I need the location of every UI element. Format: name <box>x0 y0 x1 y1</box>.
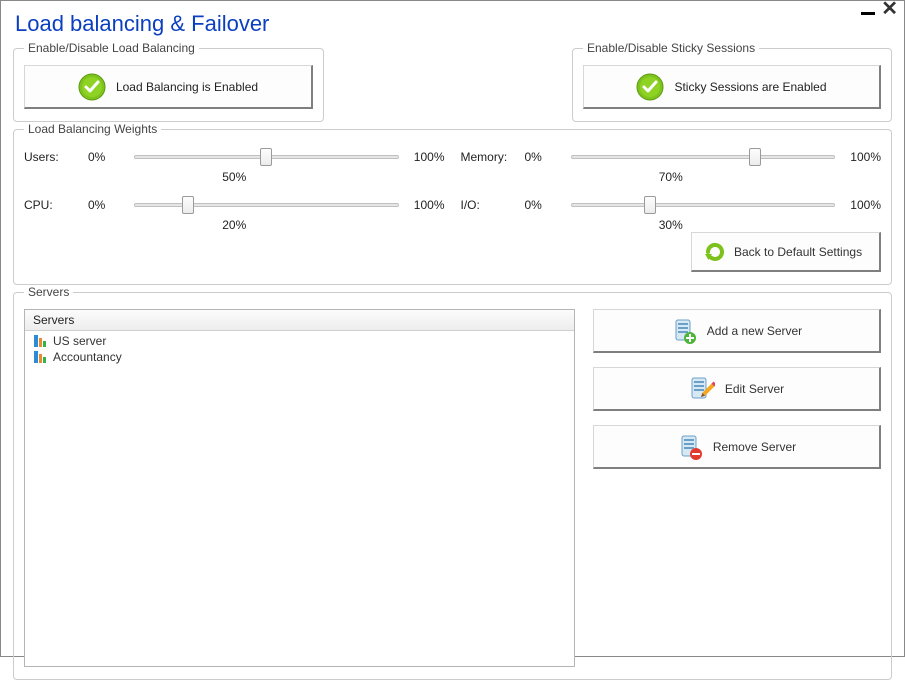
server-edit-icon <box>689 376 715 402</box>
slider-thumb[interactable] <box>749 148 761 166</box>
slider-cpu-label: CPU: <box>24 198 80 212</box>
edit-server-label: Edit Server <box>725 382 784 396</box>
slider-cpu: CPU: 0% 100% 20% <box>24 194 445 232</box>
undo-icon <box>702 240 726 264</box>
page-title: Load balancing & Failover <box>15 11 892 37</box>
slider-memory-label: Memory: <box>461 150 517 164</box>
servers-legend: Servers <box>24 285 73 299</box>
slider-io-label: I/O: <box>461 198 517 212</box>
ss-toggle-button[interactable]: Sticky Sessions are Enabled <box>583 65 881 109</box>
slider-io: I/O: 0% 100% 30% <box>461 194 882 232</box>
ss-group: Enable/Disable Sticky Sessions Sticky Se… <box>572 41 892 122</box>
slider-memory-value: 70% <box>461 170 882 184</box>
slider-min: 0% <box>88 150 126 164</box>
server-icon <box>33 350 47 364</box>
window: ✕ Load balancing & Failover Enable/Disab… <box>0 0 905 657</box>
server-add-icon <box>671 318 697 344</box>
lb-legend: Enable/Disable Load Balancing <box>24 41 199 55</box>
servers-column-header[interactable]: Servers <box>25 310 574 331</box>
slider-memory-track[interactable] <box>571 146 836 168</box>
slider-thumb[interactable] <box>260 148 272 166</box>
slider-cpu-track[interactable] <box>134 194 399 216</box>
window-controls: ✕ <box>861 2 898 16</box>
list-item-label: US server <box>53 334 106 348</box>
defaults-button[interactable]: Back to Default Settings <box>691 232 881 272</box>
lb-toggle-button[interactable]: Load Balancing is Enabled <box>24 65 313 109</box>
ss-toggle-label: Sticky Sessions are Enabled <box>674 80 826 94</box>
slider-min: 0% <box>88 198 126 212</box>
servers-group: Servers Servers US server <box>13 285 892 680</box>
weights-right-col: Memory: 0% 100% 70% I/O: 0% <box>461 146 882 232</box>
slider-max: 100% <box>407 150 445 164</box>
slider-max: 100% <box>843 198 881 212</box>
lb-group: Enable/Disable Load Balancing Load Balan… <box>13 41 324 122</box>
server-icon <box>33 334 47 348</box>
slider-min: 0% <box>525 150 563 164</box>
add-server-button[interactable]: Add a new Server <box>593 309 881 353</box>
slider-memory: Memory: 0% 100% 70% <box>461 146 882 184</box>
remove-server-label: Remove Server <box>713 440 796 454</box>
slider-users-track[interactable] <box>134 146 399 168</box>
server-buttons: Add a new Server <box>593 309 881 667</box>
list-item[interactable]: US server <box>31 333 568 349</box>
slider-io-value: 30% <box>461 218 882 232</box>
list-item-label: Accountancy <box>53 350 122 364</box>
slider-users-label: Users: <box>24 150 80 164</box>
server-remove-icon <box>677 434 703 460</box>
slider-thumb[interactable] <box>182 196 194 214</box>
toggle-row: Enable/Disable Load Balancing Load Balan… <box>13 41 892 122</box>
slider-cpu-value: 20% <box>24 218 445 232</box>
edit-server-button[interactable]: Edit Server <box>593 367 881 411</box>
slider-max: 100% <box>843 150 881 164</box>
add-server-label: Add a new Server <box>707 324 802 338</box>
defaults-label: Back to Default Settings <box>734 245 862 259</box>
close-button[interactable]: ✕ <box>881 2 898 16</box>
slider-users-value: 50% <box>24 170 445 184</box>
servers-listbox[interactable]: Servers US server <box>24 309 575 667</box>
slider-io-track[interactable] <box>571 194 836 216</box>
remove-server-button[interactable]: Remove Server <box>593 425 881 469</box>
weights-legend: Load Balancing Weights <box>24 122 161 136</box>
list-item[interactable]: Accountancy <box>31 349 568 365</box>
check-icon <box>636 73 664 101</box>
lb-toggle-label: Load Balancing is Enabled <box>116 80 258 94</box>
slider-min: 0% <box>525 198 563 212</box>
check-icon <box>78 73 106 101</box>
slider-users: Users: 0% 100% 50% <box>24 146 445 184</box>
weights-group: Load Balancing Weights Users: 0% 100% 50… <box>13 122 892 285</box>
minimize-button[interactable] <box>861 11 875 15</box>
slider-max: 100% <box>407 198 445 212</box>
slider-thumb[interactable] <box>644 196 656 214</box>
weights-left-col: Users: 0% 100% 50% CPU: 0% <box>24 146 445 232</box>
ss-legend: Enable/Disable Sticky Sessions <box>583 41 759 55</box>
